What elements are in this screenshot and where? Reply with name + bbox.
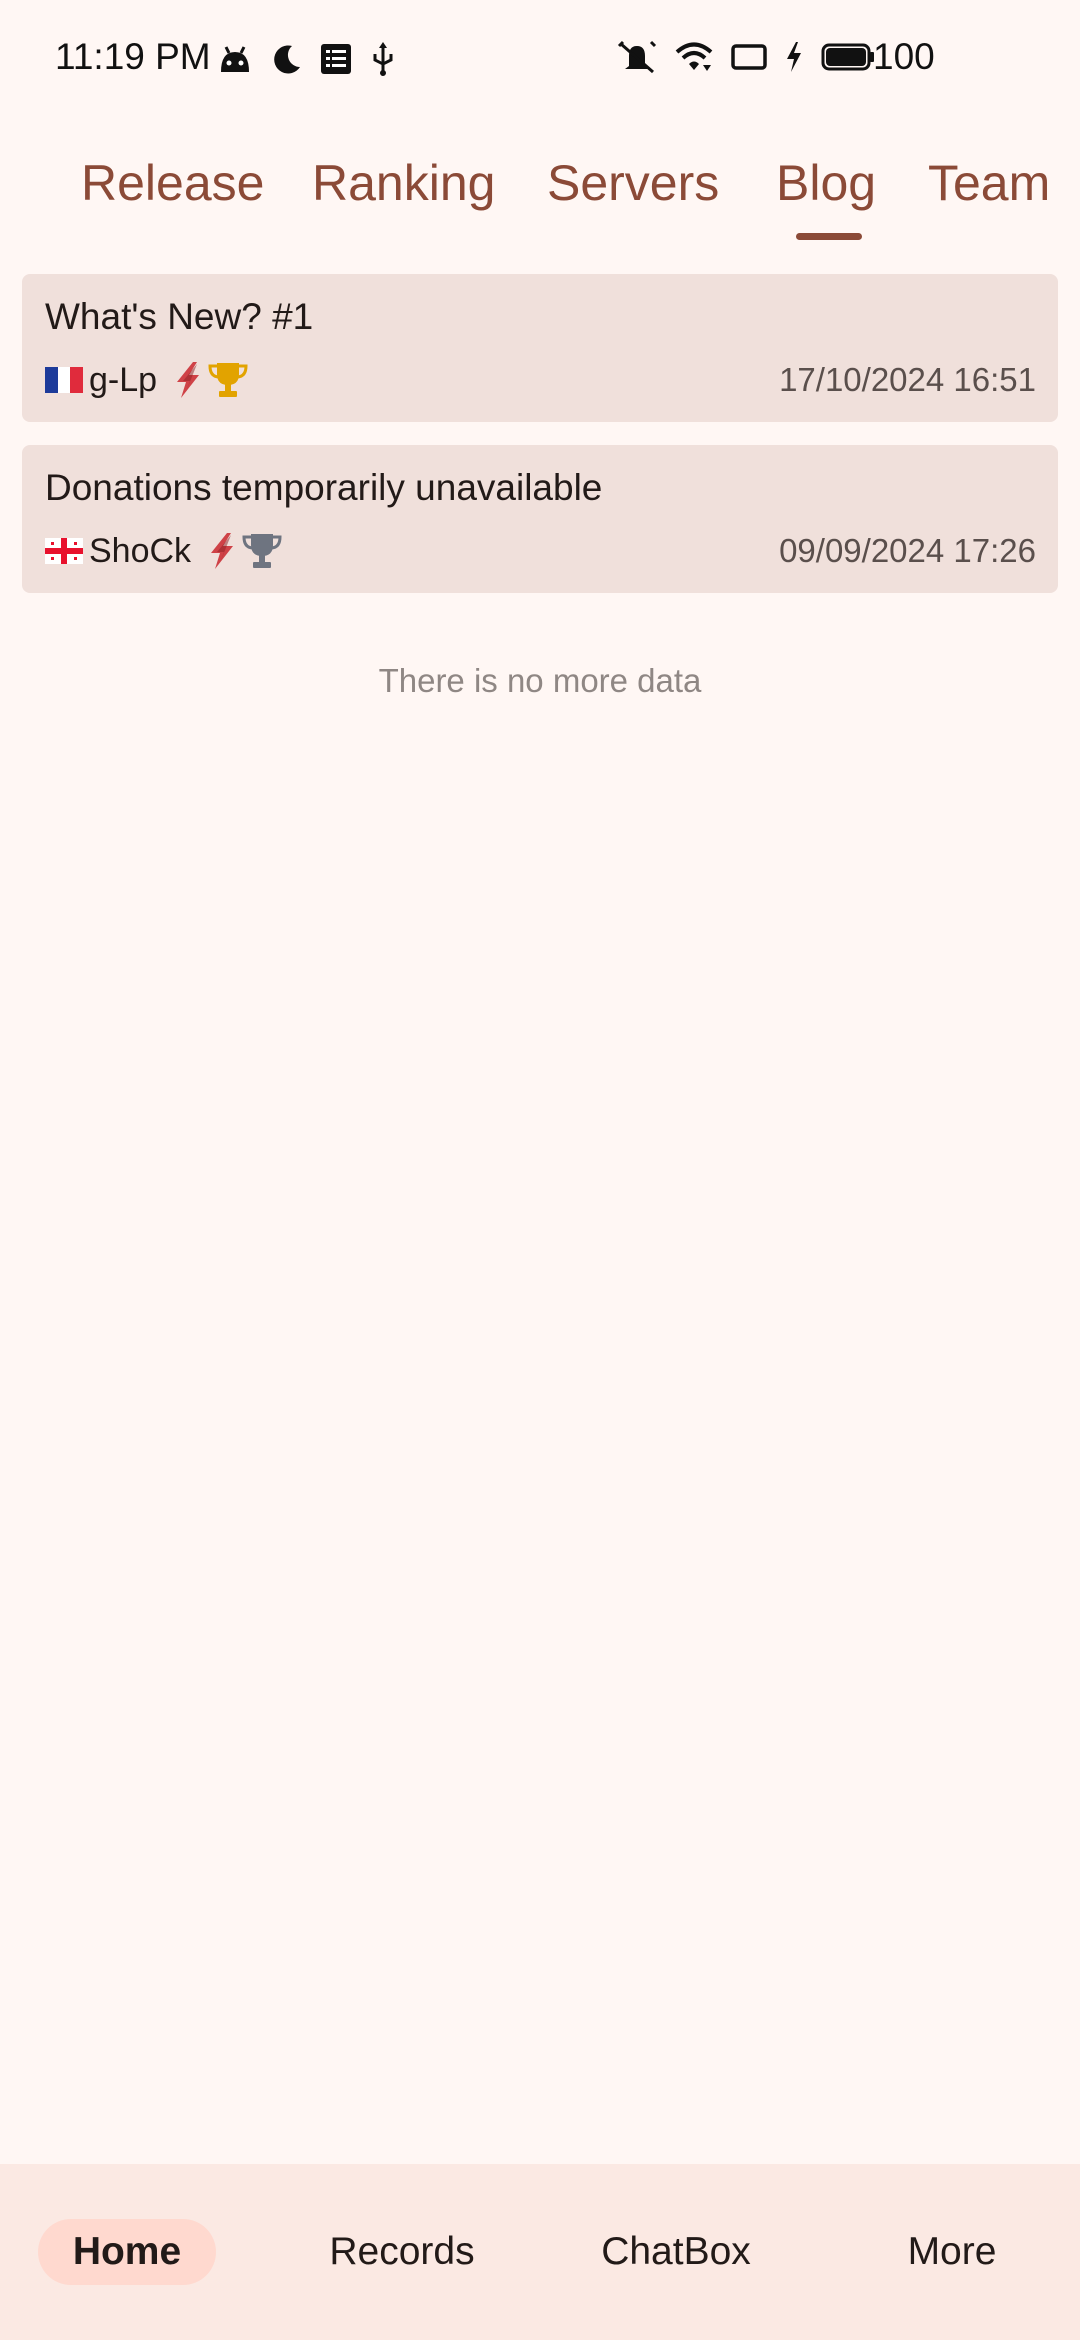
active-tab-indicator bbox=[796, 233, 862, 240]
app-screen: 11:19 PM 100 Release Ranking Servers Blo… bbox=[0, 0, 1080, 2340]
wifi-icon bbox=[675, 42, 713, 71]
post-title: What's New? #1 bbox=[45, 296, 314, 337]
usb-icon bbox=[373, 42, 393, 76]
status-right-icons bbox=[617, 40, 875, 74]
cast-icon bbox=[731, 44, 767, 70]
notes-icon bbox=[321, 44, 351, 74]
tab-blog[interactable]: Blog bbox=[776, 154, 876, 212]
gold-trophy-icon bbox=[208, 363, 248, 397]
georgia-flag-icon bbox=[45, 538, 83, 564]
android-icon bbox=[221, 46, 249, 72]
post-date: 17/10/2024 16:51 bbox=[779, 361, 1036, 398]
blog-post-card[interactable]: What's New? #1 g-Lp 17/10/2024 16:51 bbox=[22, 274, 1058, 422]
status-bar: 11:19 PM 100 bbox=[0, 0, 1080, 120]
nav-records[interactable]: Records bbox=[302, 2219, 502, 2285]
post-meta: ShoCk bbox=[45, 529, 283, 573]
tab-release[interactable]: Release bbox=[81, 154, 264, 212]
nav-more[interactable]: More bbox=[852, 2219, 1052, 2285]
status-left-icons bbox=[218, 42, 396, 76]
post-author: ShoCk bbox=[89, 531, 192, 570]
nav-home[interactable]: Home bbox=[38, 2219, 216, 2285]
tab-servers[interactable]: Servers bbox=[547, 154, 719, 212]
nav-chatbox[interactable]: ChatBox bbox=[576, 2219, 776, 2285]
post-author: g-Lp bbox=[89, 360, 158, 399]
tab-ranking[interactable]: Ranking bbox=[312, 154, 495, 212]
lightning-icon bbox=[211, 533, 234, 569]
moon-icon bbox=[274, 45, 300, 74]
post-date: 09/09/2024 17:26 bbox=[779, 532, 1036, 569]
status-time: 11:19 PM bbox=[55, 36, 211, 77]
silver-trophy-icon bbox=[242, 534, 282, 568]
post-meta: g-Lp bbox=[45, 358, 249, 402]
france-flag-icon bbox=[45, 367, 83, 393]
blog-post-card[interactable]: Donations temporarily unavailable ShoCk bbox=[22, 445, 1058, 593]
mute-icon bbox=[617, 40, 657, 74]
tab-team[interactable]: Team bbox=[928, 154, 1050, 212]
lightning-icon bbox=[177, 362, 200, 398]
battery-level: 100 bbox=[873, 36, 935, 77]
bottom-nav: Home Records ChatBox More bbox=[0, 2164, 1080, 2340]
battery-icon bbox=[821, 43, 874, 71]
post-title: Donations temporarily unavailable bbox=[45, 467, 603, 508]
list-end-message: There is no more data bbox=[378, 662, 702, 699]
charging-icon bbox=[787, 42, 801, 72]
top-tabs: Release Ranking Servers Blog Team bbox=[0, 140, 1080, 250]
